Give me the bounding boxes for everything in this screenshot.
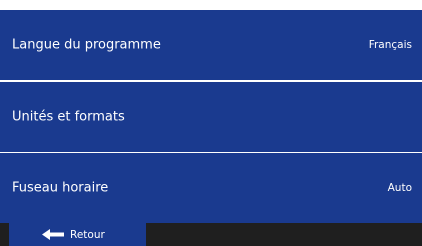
- setting-language-row[interactable]: Langue du programme Français: [0, 10, 422, 80]
- settings-screen: Langue du programme Français Unités et f…: [0, 0, 422, 246]
- setting-timezone-row[interactable]: Fuseau horaire Auto: [0, 153, 422, 223]
- arrow-left-icon: [42, 229, 64, 240]
- bottom-bar: Retour: [0, 223, 422, 246]
- setting-units-label: Unités et formats: [12, 109, 125, 125]
- setting-language-value: Français: [368, 39, 412, 51]
- setting-units-row[interactable]: Unités et formats: [0, 82, 422, 152]
- back-label: Retour: [70, 228, 105, 241]
- setting-timezone-value: Auto: [387, 182, 412, 194]
- setting-timezone-label: Fuseau horaire: [12, 180, 109, 196]
- setting-language-label: Langue du programme: [12, 37, 161, 53]
- back-button[interactable]: Retour: [9, 223, 146, 246]
